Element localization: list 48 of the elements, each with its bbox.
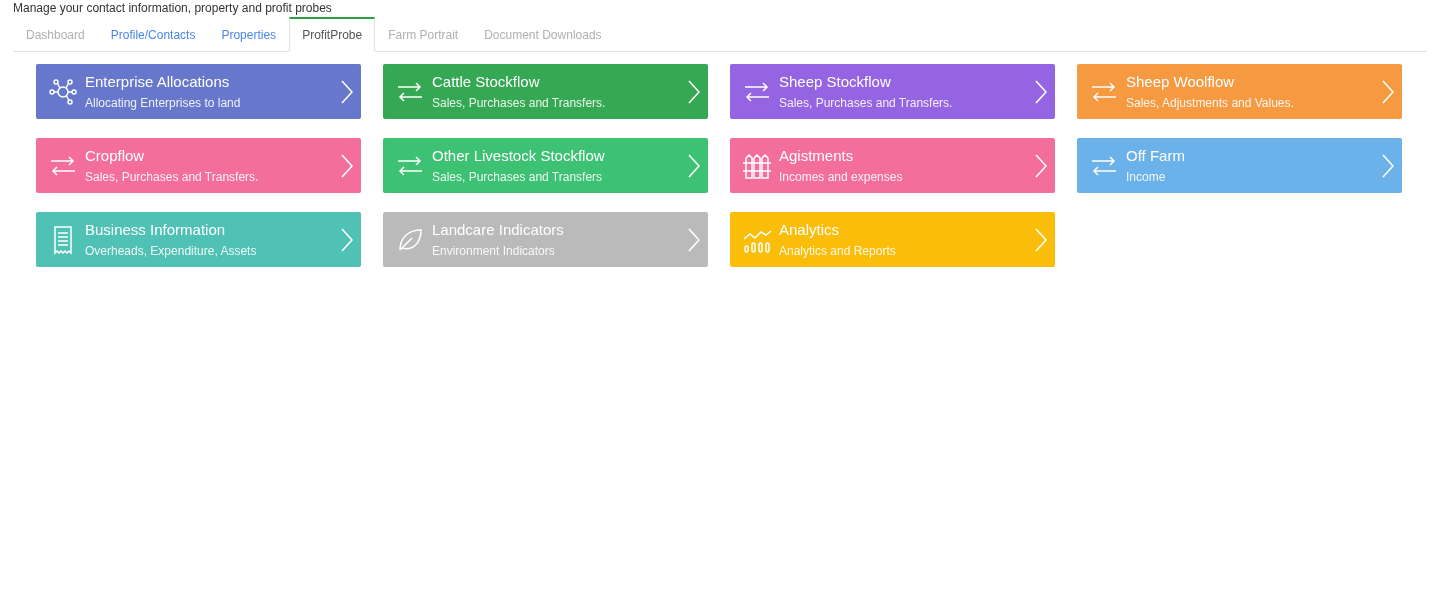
chevron-right-icon bbox=[341, 79, 353, 104]
page-subtitle: Manage your contact information, property and profit probes bbox=[13, 0, 333, 15]
tab[interactable]: Profile/Contacts bbox=[97, 17, 209, 52]
card-subtitle: Analytics and Reports bbox=[779, 243, 897, 259]
chevron-right-icon bbox=[1035, 153, 1047, 178]
card-title: Cattle Stockflow bbox=[432, 72, 541, 92]
module-card[interactable]: Agistments Incomes and expenses bbox=[730, 138, 1055, 193]
module-card[interactable]: Sheep Woolflow Sales, Adjustments and Values. bbox=[1077, 64, 1402, 119]
card-subtitle: Allocating Enterprises to land bbox=[85, 95, 242, 111]
chevron-right-icon bbox=[688, 227, 700, 252]
card-title: Sheep Woolflow bbox=[1126, 72, 1236, 92]
card-title: Analytics bbox=[779, 220, 841, 240]
chevron-right-icon bbox=[341, 153, 353, 178]
card-subtitle: Overheads, Expenditure, Assets bbox=[85, 243, 258, 259]
card-subtitle: Sales, Adjustments and Values. bbox=[1126, 95, 1295, 111]
module-card[interactable]: Sheep Stockflow Sales, Purchases and Transfers. bbox=[730, 64, 1055, 119]
card-title: Enterprise Allocations bbox=[85, 72, 231, 92]
chevron-right-icon bbox=[688, 153, 700, 178]
card-title: Off Farm bbox=[1126, 146, 1186, 166]
card-title: Landcare Indicators bbox=[432, 220, 565, 240]
chevron-right-icon bbox=[1382, 79, 1394, 104]
card-subtitle: Environment Indicators bbox=[432, 243, 556, 259]
tab[interactable]: Properties bbox=[208, 17, 290, 52]
card-subtitle: Income bbox=[1126, 169, 1167, 185]
module-card[interactable]: Cattle Stockflow Sales, Purchases and Transfers. bbox=[383, 64, 708, 119]
card-subtitle: Sales, Purchases and Transfers bbox=[432, 169, 604, 185]
card-subtitle: Sales, Purchases and Transfers. bbox=[85, 169, 260, 185]
module-card[interactable]: Landcare Indicators Environment Indicators bbox=[383, 212, 708, 267]
module-card[interactable]: Cropflow Sales, Purchases and Transfers. bbox=[36, 138, 361, 193]
module-card[interactable]: Other Livestock Stockflow Sales, Purchases and Transfers bbox=[383, 138, 708, 193]
module-card[interactable]: Analytics Analytics and Reports bbox=[730, 212, 1055, 267]
chevron-right-icon bbox=[1035, 227, 1047, 252]
chevron-right-icon bbox=[1382, 153, 1394, 178]
card-subtitle: Sales, Purchases and Transfers. bbox=[779, 95, 954, 111]
chevron-right-icon bbox=[688, 79, 700, 104]
chevron-right-icon bbox=[1035, 79, 1047, 104]
card-subtitle: Incomes and expenses bbox=[779, 169, 904, 185]
module-card[interactable]: Off Farm Income bbox=[1077, 138, 1402, 193]
card-subtitle: Sales, Purchases and Transfers. bbox=[432, 95, 607, 111]
module-card[interactable]: Enterprise Allocations Allocating Enterprises to land bbox=[36, 64, 361, 119]
chevron-right-icon bbox=[341, 227, 353, 252]
tab[interactable]: ProfitProbe bbox=[289, 17, 376, 52]
card-title: Sheep Stockflow bbox=[779, 72, 892, 92]
card-title: Agistments bbox=[779, 146, 855, 166]
card-title: Cropflow bbox=[85, 146, 146, 166]
card-title: Business Information bbox=[85, 220, 227, 240]
module-card[interactable]: Business Information Overheads, Expenditure, Assets bbox=[36, 212, 361, 267]
card-title: Other Livestock Stockflow bbox=[432, 146, 606, 166]
